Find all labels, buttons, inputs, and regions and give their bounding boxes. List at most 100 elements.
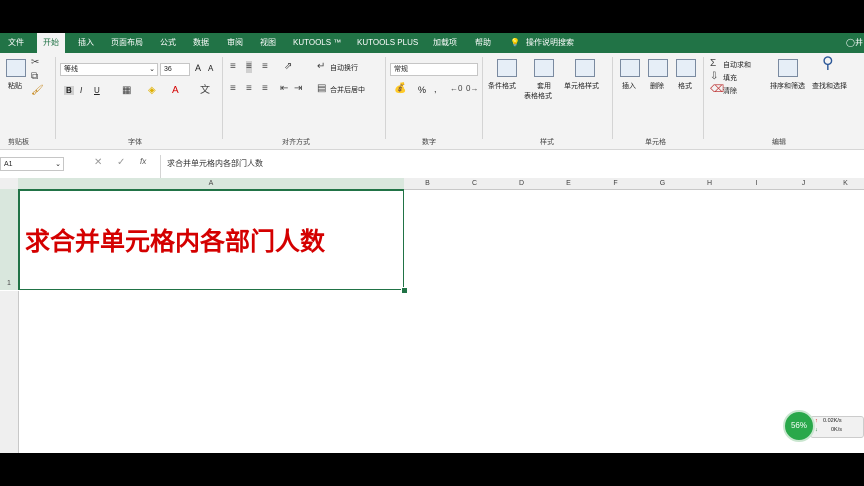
- download-speed: 0K/s: [831, 427, 843, 433]
- percent-button[interactable]: %: [418, 85, 426, 95]
- increase-decimal-icon[interactable]: ←0: [450, 83, 462, 95]
- copy-icon[interactable]: ⧉: [31, 71, 38, 83]
- format-painter-icon[interactable]: 🖌: [31, 85, 44, 97]
- paste-icon[interactable]: [6, 59, 26, 77]
- fill-icon: ⇩: [710, 71, 719, 82]
- column-header[interactable]: I: [733, 178, 780, 190]
- cell-a1[interactable]: 求合并单元格内各部门人数: [18, 189, 404, 290]
- name-box[interactable]: A1 ⌄: [0, 157, 64, 171]
- align-right-icon[interactable]: ≡: [262, 83, 268, 95]
- memory-percent: 56%: [790, 421, 807, 430]
- tab-page-layout[interactable]: 页面布局: [111, 33, 143, 53]
- insert-cells-button[interactable]: 插入: [622, 81, 636, 91]
- account-button[interactable]: ◯井: [846, 33, 863, 53]
- tab-kutools[interactable]: KUTOOLS ™: [293, 33, 341, 53]
- decrease-decimal-icon[interactable]: 0→: [466, 83, 478, 95]
- italic-button[interactable]: I: [80, 86, 82, 95]
- underline-button[interactable]: U: [94, 86, 100, 95]
- column-header[interactable]: C: [451, 178, 498, 190]
- column-header[interactable]: K: [827, 178, 864, 190]
- align-bottom-icon[interactable]: ≡: [262, 61, 268, 73]
- format-table-button[interactable]: 套用: [537, 81, 551, 91]
- format-table-icon[interactable]: [534, 59, 554, 77]
- tab-kutools-plus[interactable]: KUTOOLS PLUS: [357, 33, 418, 53]
- number-format-select[interactable]: 常规: [390, 63, 478, 76]
- merge-center-button[interactable]: 合并后居中: [330, 85, 365, 95]
- download-icon: ↓: [815, 427, 818, 433]
- conditional-format-icon[interactable]: [497, 59, 517, 77]
- column-header[interactable]: G: [639, 178, 686, 190]
- group-separator: [385, 57, 386, 139]
- upload-speed: 0.02K/s: [823, 418, 842, 424]
- font-name-select[interactable]: 等线 ⌄: [60, 63, 158, 76]
- group-separator: [482, 57, 483, 139]
- tab-formulas[interactable]: 公式: [160, 33, 176, 53]
- tab-insert[interactable]: 插入: [78, 33, 94, 53]
- align-left-icon[interactable]: ≡: [230, 83, 236, 95]
- font-color-icon[interactable]: A: [172, 85, 179, 97]
- find-select-button[interactable]: 查找和选择: [812, 81, 847, 91]
- column-header[interactable]: F: [592, 178, 639, 190]
- format-cells-button[interactable]: 格式: [678, 81, 692, 91]
- cell-styles-button[interactable]: 单元格样式: [564, 81, 599, 91]
- delete-cells-button[interactable]: 删除: [650, 81, 664, 91]
- insert-function-button[interactable]: fx: [140, 157, 146, 166]
- cut-icon[interactable]: ✂: [31, 57, 39, 69]
- format-table-button-line2[interactable]: 表格格式: [524, 91, 552, 101]
- insert-cells-icon[interactable]: [620, 59, 640, 77]
- tab-home[interactable]: 开始: [37, 33, 65, 53]
- wrap-text-button[interactable]: 自动换行: [330, 63, 358, 73]
- fill-handle[interactable]: [401, 287, 408, 294]
- delete-cells-icon[interactable]: [648, 59, 668, 77]
- search-icon[interactable]: ⚲: [822, 56, 834, 72]
- tab-file[interactable]: 文件: [8, 33, 24, 53]
- decrease-indent-icon[interactable]: ⇤: [280, 83, 288, 95]
- conditional-format-button[interactable]: 条件格式: [488, 81, 516, 91]
- align-top-icon[interactable]: ≡: [230, 61, 236, 73]
- cell-styles-icon[interactable]: [575, 59, 595, 77]
- network-speed-widget[interactable]: ↑ 0.02K/s ↓ 0K/s 56%: [780, 408, 864, 444]
- sort-filter-button[interactable]: 排序和筛选: [770, 81, 805, 91]
- font-size-select[interactable]: 36: [160, 63, 190, 76]
- enter-icon[interactable]: ✓: [117, 157, 125, 169]
- wrap-text-icon: ↵: [317, 61, 326, 72]
- tell-me-search[interactable]: 操作说明搜索: [526, 33, 574, 53]
- alignment-group-label: 对齐方式: [282, 139, 310, 146]
- borders-icon[interactable]: ▦: [122, 85, 131, 97]
- paste-button[interactable]: 粘贴: [8, 81, 22, 91]
- tab-addins[interactable]: 加载项: [433, 33, 457, 53]
- grow-font-button[interactable]: A: [195, 63, 201, 73]
- orientation-icon[interactable]: ⇗: [284, 61, 292, 73]
- fill-button[interactable]: 填充: [723, 73, 737, 83]
- accounting-icon[interactable]: 💰: [394, 83, 406, 95]
- fill-color-icon[interactable]: ◈: [148, 85, 156, 97]
- align-center-icon[interactable]: ≡: [246, 83, 252, 95]
- bold-button[interactable]: B: [64, 86, 74, 95]
- phonetic-icon[interactable]: 文: [200, 85, 210, 97]
- column-header[interactable]: D: [498, 178, 545, 190]
- tab-data[interactable]: 数据: [193, 33, 209, 53]
- format-cells-icon[interactable]: [676, 59, 696, 77]
- cancel-icon[interactable]: ✕: [94, 157, 102, 169]
- increase-indent-icon[interactable]: ⇥: [294, 83, 302, 95]
- column-header[interactable]: E: [545, 178, 592, 190]
- group-separator: [222, 57, 223, 139]
- column-header[interactable]: J: [780, 178, 827, 190]
- align-middle-icon[interactable]: ≡: [246, 61, 252, 73]
- upload-icon: ↑: [815, 418, 818, 424]
- autosum-button[interactable]: 自动求和: [723, 60, 751, 70]
- tab-review[interactable]: 审阅: [227, 33, 243, 53]
- chevron-down-icon: ⌄: [55, 161, 61, 168]
- tab-help[interactable]: 帮助: [475, 33, 491, 53]
- column-header[interactable]: B: [404, 178, 451, 190]
- column-header[interactable]: H: [686, 178, 733, 190]
- memory-usage-circle[interactable]: 56%: [783, 410, 815, 442]
- row-header[interactable]: 1: [0, 189, 20, 290]
- comma-button[interactable]: ,: [434, 84, 437, 94]
- clear-button[interactable]: 清除: [723, 86, 737, 96]
- tab-view[interactable]: 视图: [260, 33, 276, 53]
- merge-center-icon: ▤: [317, 83, 327, 94]
- sort-filter-icon[interactable]: [778, 59, 798, 77]
- group-separator: [612, 57, 613, 139]
- shrink-font-button[interactable]: A: [208, 64, 213, 73]
